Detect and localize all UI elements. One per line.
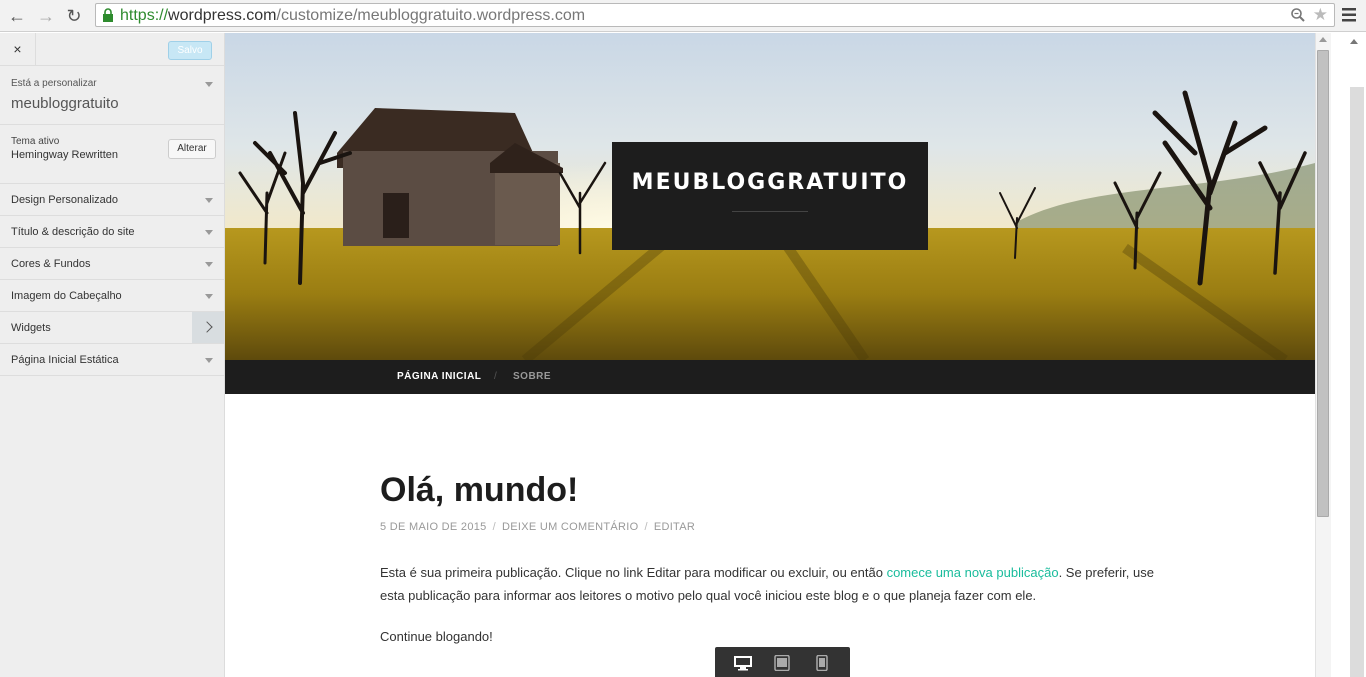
post-meta: 5 DE MAIO DE 2015 / DEIXE UM COMENTÁRIO / ED… (380, 521, 695, 533)
browser-menu-icon[interactable] (1341, 6, 1357, 24)
device-preview-toggle (715, 647, 850, 677)
customizer-header: × Salvo (0, 33, 224, 66)
saved-button[interactable]: Salvo (168, 41, 212, 60)
scroll-up-icon[interactable] (1350, 39, 1358, 44)
caret-down-icon (205, 262, 213, 267)
caret-down-icon (205, 82, 213, 87)
back-icon[interactable]: ← (7, 6, 27, 26)
change-theme-button[interactable]: Alterar (168, 139, 216, 159)
post-edit-link[interactable]: EDITAR (654, 521, 695, 533)
section-label: Cores & Fundos (11, 258, 91, 270)
title-divider (732, 211, 808, 212)
url-text: https://wordpress.com/customize/meublogg… (120, 6, 585, 26)
zoom-icon[interactable] (1290, 7, 1306, 23)
url-domain: wordpress.com (168, 7, 277, 24)
forward-icon[interactable]: → (36, 6, 56, 26)
post-title[interactable]: Olá, mundo! (380, 469, 578, 511)
section-label: Título & descrição do site (11, 226, 135, 238)
close-button[interactable]: × (0, 33, 36, 66)
site-navigation: PÁGINA INICIAL / SOBRE (225, 360, 1315, 394)
reload-icon[interactable]: ↻ (64, 6, 84, 26)
preview-scrollbar-thumb[interactable] (1317, 50, 1329, 517)
scroll-up-icon[interactable] (1319, 37, 1327, 42)
site-preview: MEUBLOGGRATUITO PÁGINA INICIAL / SOBRE O… (225, 33, 1315, 677)
site-title[interactable]: MEUBLOGGRATUITO (612, 170, 928, 195)
post-paragraph: Esta é sua primeira publicação. Clique n… (380, 561, 1170, 607)
customizer-sidebar: × Salvo Está a personalizar meubloggratu… (0, 33, 225, 677)
browser-toolbar: ← → ↻ https://wordpress.com/customize/me… (0, 0, 1366, 32)
post-comment-link[interactable]: DEIXE UM COMENTÁRIO (502, 521, 639, 533)
address-bar[interactable]: https://wordpress.com/customize/meublogg… (95, 3, 1335, 27)
post-paragraph: Continue blogando! (380, 629, 493, 644)
section-pagina-inicial-estatica[interactable]: Página Inicial Estática (0, 344, 224, 376)
section-design-personalizado[interactable]: Design Personalizado (0, 184, 224, 216)
bookmark-star-icon[interactable]: ★ (1313, 5, 1328, 25)
tablet-icon[interactable] (774, 655, 790, 671)
section-label: Imagem do Cabeçalho (11, 290, 122, 302)
meta-separator: / (492, 521, 496, 533)
section-label: Design Personalizado (11, 194, 119, 206)
section-titulo-descricao[interactable]: Título & descrição do site (0, 216, 224, 248)
page-scrollbar-thumb[interactable] (1350, 87, 1364, 677)
section-widgets[interactable]: Widgets (0, 312, 224, 344)
nav-link-home[interactable]: PÁGINA INICIAL (397, 360, 481, 394)
desktop-icon[interactable] (733, 655, 753, 671)
section-label: Página Inicial Estática (11, 354, 119, 366)
post-date[interactable]: 5 DE MAIO DE 2015 (380, 521, 487, 533)
lock-icon (103, 8, 113, 22)
site-title-box[interactable]: MEUBLOGGRATUITO (612, 142, 928, 250)
chevron-right-icon[interactable] (192, 312, 224, 343)
nav-separator: / (494, 371, 498, 382)
meta-separator: / (644, 521, 648, 533)
mobile-icon[interactable] (816, 655, 828, 671)
post-text: Esta é sua primeira publicação. Clique n… (380, 565, 887, 580)
caret-down-icon (205, 294, 213, 299)
section-label: Widgets (11, 322, 51, 334)
nav-link-about[interactable]: SOBRE (513, 360, 551, 394)
section-imagem-cabecalho[interactable]: Imagem do Cabeçalho (0, 280, 224, 312)
caret-down-icon (205, 198, 213, 203)
new-post-link[interactable]: comece uma nova publicação (887, 565, 1059, 580)
active-theme-section: Tema ativo Hemingway Rewritten Alterar (0, 125, 224, 184)
url-path: /customize/meubloggratuito.wordpress.com (276, 7, 586, 24)
caret-down-icon (205, 358, 213, 363)
caret-down-icon (205, 230, 213, 235)
site-name: meubloggratuito (11, 95, 119, 112)
section-cores-fundos[interactable]: Cores & Fundos (0, 248, 224, 280)
url-scheme: https:// (120, 7, 169, 24)
customizing-label: Está a personalizar (11, 78, 97, 89)
customizing-info[interactable]: Está a personalizar meubloggratuito (0, 66, 224, 125)
